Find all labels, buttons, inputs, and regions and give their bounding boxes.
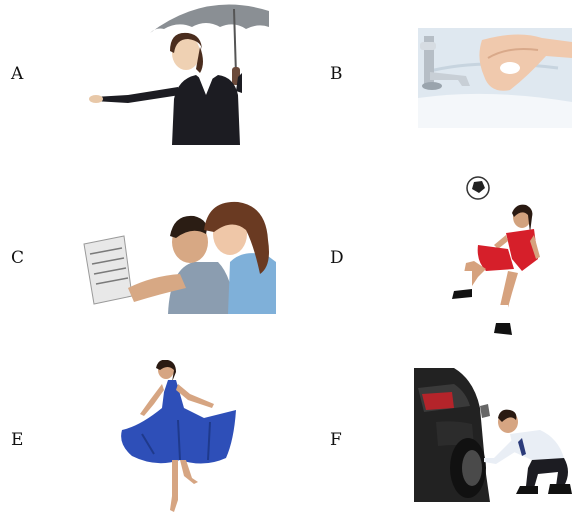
label-e: E: [11, 430, 24, 450]
man-fixing-car-tire-icon: [414, 368, 575, 502]
girl-kicking-ball-icon: [448, 175, 543, 347]
girl-dancing-icon: [118, 360, 240, 518]
label-d: D: [330, 248, 344, 268]
label-f: F: [330, 430, 342, 450]
label-b: B: [330, 64, 343, 84]
couple-reading-newspaper-icon: [82, 196, 276, 314]
label-a: A: [11, 64, 24, 84]
woman-with-umbrella-icon: [88, 3, 270, 145]
washing-hands-icon: [418, 28, 572, 128]
label-c: C: [11, 248, 25, 268]
